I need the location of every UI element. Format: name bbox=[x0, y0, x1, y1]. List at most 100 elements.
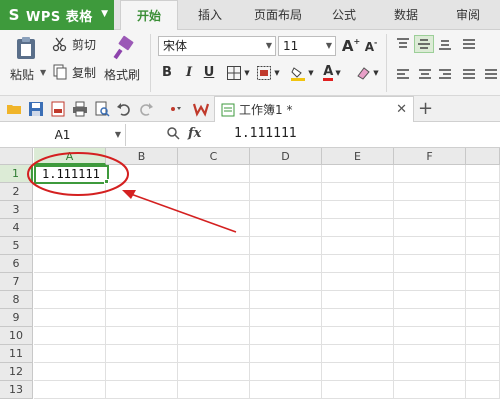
grid-cell[interactable] bbox=[34, 291, 106, 309]
grid-cell[interactable] bbox=[34, 219, 106, 237]
row-header-1[interactable]: 1 bbox=[0, 165, 33, 183]
customize-toolbar-icon[interactable] bbox=[168, 101, 184, 117]
grid-cell[interactable] bbox=[106, 345, 178, 363]
row-header-9[interactable]: 9 bbox=[0, 309, 33, 327]
fill-color-button[interactable]: ▼ bbox=[288, 64, 316, 82]
grid-cell[interactable] bbox=[394, 255, 466, 273]
fill-handle[interactable] bbox=[104, 179, 109, 184]
save-icon[interactable] bbox=[28, 101, 44, 117]
grid-cell[interactable] bbox=[250, 183, 322, 201]
tab-page-layout[interactable]: 页面布局 bbox=[246, 0, 310, 30]
grid-cell[interactable] bbox=[106, 165, 178, 183]
redo-icon[interactable] bbox=[138, 101, 154, 117]
grid-cell[interactable] bbox=[394, 381, 466, 399]
grid-cell[interactable] bbox=[466, 201, 500, 219]
grid-cell[interactable] bbox=[106, 291, 178, 309]
column-header-d[interactable]: D bbox=[250, 148, 322, 165]
grid-cell[interactable] bbox=[34, 363, 106, 381]
grid-cell[interactable] bbox=[34, 345, 106, 363]
grid-cell[interactable] bbox=[106, 255, 178, 273]
orientation-button[interactable] bbox=[460, 36, 478, 52]
close-icon[interactable]: ✕ bbox=[396, 102, 407, 117]
grid-cell[interactable] bbox=[466, 183, 500, 201]
grid-cell[interactable] bbox=[250, 165, 322, 183]
font-name-select[interactable]: 宋体 ▼ bbox=[158, 36, 276, 56]
grid-cell[interactable] bbox=[178, 165, 250, 183]
grid-cell[interactable] bbox=[322, 381, 394, 399]
grid-cell[interactable] bbox=[466, 363, 500, 381]
grid-cell[interactable] bbox=[34, 309, 106, 327]
grid-cell[interactable] bbox=[250, 237, 322, 255]
grid-cell[interactable] bbox=[322, 345, 394, 363]
row-header-8[interactable]: 8 bbox=[0, 291, 33, 309]
column-header-a[interactable]: A bbox=[34, 148, 106, 165]
document-tab[interactable]: 工作簿1 * ✕ bbox=[214, 96, 414, 122]
grid-cell[interactable] bbox=[34, 327, 106, 345]
font-size-select[interactable]: 11 ▼ bbox=[278, 36, 336, 56]
align-middle-button[interactable] bbox=[414, 35, 434, 53]
font-color-button[interactable]: A ▼ bbox=[318, 64, 346, 82]
grid-cell[interactable] bbox=[466, 381, 500, 399]
grid-cell[interactable] bbox=[394, 291, 466, 309]
grid-cell[interactable] bbox=[322, 183, 394, 201]
grid-cell[interactable] bbox=[322, 165, 394, 183]
open-folder-icon[interactable] bbox=[6, 101, 22, 117]
row-header-7[interactable]: 7 bbox=[0, 273, 33, 291]
grid-cell[interactable] bbox=[178, 273, 250, 291]
grid-cell[interactable] bbox=[322, 201, 394, 219]
grid-cell[interactable] bbox=[250, 345, 322, 363]
bold-button[interactable]: B bbox=[158, 64, 176, 82]
grid-cell[interactable] bbox=[394, 273, 466, 291]
grid-cell[interactable] bbox=[250, 381, 322, 399]
column-header-b[interactable]: B bbox=[106, 148, 178, 165]
grid-cell[interactable] bbox=[394, 327, 466, 345]
align-center-button[interactable] bbox=[416, 66, 434, 82]
tab-insert[interactable]: 插入 bbox=[186, 0, 234, 30]
grid-cell[interactable] bbox=[250, 273, 322, 291]
grid-cell[interactable] bbox=[394, 345, 466, 363]
grid-cell[interactable] bbox=[106, 327, 178, 345]
grid-cell[interactable] bbox=[106, 309, 178, 327]
column-header-c[interactable]: C bbox=[178, 148, 250, 165]
borders-button[interactable]: ▼ bbox=[224, 64, 252, 82]
align-left-button[interactable] bbox=[394, 66, 412, 82]
spreadsheet-grid[interactable]: A B C D E F 1 2 3 4 5 6 7 8 9 10 11 12 13 1.111111 bbox=[0, 148, 500, 402]
export-pdf-icon[interactable] bbox=[50, 101, 66, 117]
grid-cell[interactable] bbox=[394, 363, 466, 381]
grid-cell[interactable] bbox=[466, 309, 500, 327]
grid-cell[interactable] bbox=[178, 237, 250, 255]
search-icon[interactable] bbox=[166, 126, 180, 144]
grid-cell[interactable] bbox=[250, 363, 322, 381]
grid-cell[interactable] bbox=[178, 183, 250, 201]
active-cell-a1[interactable]: 1.111111 bbox=[34, 165, 109, 184]
grid-cell[interactable] bbox=[178, 381, 250, 399]
grid-cell[interactable] bbox=[394, 201, 466, 219]
row-header-13[interactable]: 13 bbox=[0, 381, 33, 399]
new-tab-icon[interactable]: + bbox=[418, 98, 433, 119]
column-header-e[interactable]: E bbox=[322, 148, 394, 165]
grid-cell[interactable] bbox=[466, 291, 500, 309]
merge-cells-button[interactable]: ▼ bbox=[254, 64, 282, 82]
tab-formulas[interactable]: 公式 bbox=[322, 0, 366, 30]
align-right-button[interactable] bbox=[436, 66, 454, 82]
select-all-corner[interactable] bbox=[0, 148, 33, 165]
chevron-down-icon[interactable]: ▼ bbox=[40, 68, 46, 77]
grid-cell[interactable] bbox=[466, 345, 500, 363]
grid-cell[interactable] bbox=[322, 291, 394, 309]
grid-cell[interactable] bbox=[178, 327, 250, 345]
grid-cell[interactable] bbox=[106, 381, 178, 399]
grid-cell[interactable] bbox=[178, 291, 250, 309]
grid-cell[interactable] bbox=[394, 165, 466, 183]
grid-cell[interactable] bbox=[106, 363, 178, 381]
app-menu-button[interactable]: S WPS 表格 ▼ bbox=[0, 0, 114, 30]
grid-cell[interactable] bbox=[322, 255, 394, 273]
grid-cell[interactable] bbox=[178, 363, 250, 381]
grid-cell[interactable] bbox=[322, 237, 394, 255]
grid-cell[interactable] bbox=[394, 219, 466, 237]
grid-cell[interactable] bbox=[466, 219, 500, 237]
clear-format-button[interactable]: ▼ bbox=[354, 64, 380, 82]
column-header-f[interactable]: F bbox=[394, 148, 466, 165]
row-header-5[interactable]: 5 bbox=[0, 237, 33, 255]
grid-cell[interactable] bbox=[394, 309, 466, 327]
grid-cell[interactable] bbox=[250, 309, 322, 327]
